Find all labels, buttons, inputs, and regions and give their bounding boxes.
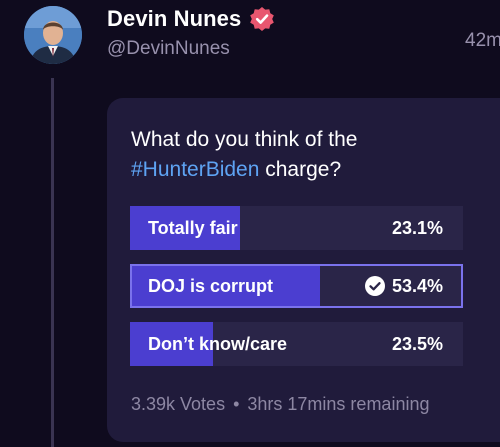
thread-line (51, 78, 54, 447)
verified-badge-icon (250, 7, 275, 31)
poll-option-label: Don’t know/care (148, 334, 288, 354)
profile-photo (24, 6, 82, 64)
poll-option-percent: 53.4% (364, 266, 443, 306)
checkmark-circle-icon (364, 276, 385, 296)
poll-question-suffix: charge? (259, 158, 342, 181)
post-timestamp[interactable]: 42m (465, 30, 500, 52)
separator-dot: • (233, 394, 240, 414)
poll-option-label: Totally fair (148, 218, 238, 238)
author-row: Devin Nunes (107, 6, 275, 32)
poll-question: What do you think of the #HunterBiden ch… (131, 125, 471, 185)
poll-option-percent-value: 53.4% (391, 276, 443, 296)
poll-option-doj-is-corrupt[interactable]: DOJ is corrupt 53.4% (130, 264, 463, 308)
poll-option-label: DOJ is corrupt (148, 276, 274, 296)
author-name[interactable]: Devin Nunes (107, 6, 241, 32)
avatar[interactable] (24, 6, 82, 64)
poll-option-totally-fair[interactable]: Totally fair 23.1% (130, 206, 463, 250)
poll-meta: 3.39k Votes • 3hrs 17mins remaining (131, 394, 429, 415)
poll-vote-count: 3.39k Votes (131, 394, 226, 414)
poll-option-percent-value: 23.1% (391, 218, 443, 238)
poll-time-remaining: 3hrs 17mins remaining (247, 394, 430, 414)
poll-option-percent: 23.5% (392, 322, 443, 366)
poll-option-dont-know-care[interactable]: Don’t know/care 23.5% (130, 322, 463, 366)
poll-option-percent-value: 23.5% (391, 334, 443, 354)
poll-question-prefix: What do you think of the (131, 128, 358, 151)
hashtag-link[interactable]: #HunterBiden (131, 158, 259, 181)
poll-option-percent: 23.1% (392, 206, 443, 250)
poll-card: What do you think of the #HunterBiden ch… (107, 98, 500, 442)
author-handle[interactable]: @DevinNunes (107, 38, 230, 60)
